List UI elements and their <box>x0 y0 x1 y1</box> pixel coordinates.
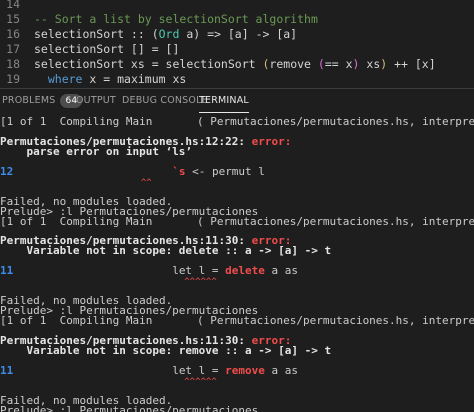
code-token: xs <box>359 57 381 71</box>
code-token: where <box>47 72 83 86</box>
code-token: ++ [x] <box>387 57 436 71</box>
terminal-text: Prelude> :l Permutaciones/permutaciones <box>0 403 259 412</box>
code-text: where x = maximum xs <box>34 72 186 87</box>
line-number: 19 <box>6 72 20 86</box>
code-text: selectionSort [] = [] <box>34 42 179 57</box>
code-token: ( <box>317 57 325 71</box>
tab-output-label: OUTPUT <box>76 95 116 106</box>
terminal-line: Prelude> :l Permutaciones/permutaciones <box>0 404 474 412</box>
code-token: a) => [a] -> [a] <box>179 27 298 41</box>
code-token: x = maximum xs <box>82 72 187 86</box>
code-token: == x <box>324 57 353 71</box>
line-number: 15 <box>6 12 20 26</box>
code-line[interactable]: 19 where x = maximum xs <box>0 72 474 87</box>
code-editor[interactable]: 14 15 -- Sort a list by selectionSort algo… <box>0 0 474 88</box>
line-number: 17 <box>6 42 20 56</box>
line-number: 18 <box>6 57 20 71</box>
terminal-output[interactable]: [1 of 1 Compiling Main( Permutaciones/pe… <box>0 113 474 412</box>
code-token: remove <box>269 57 318 71</box>
tab-problems-label: PROBLEMS <box>2 95 56 106</box>
code-line[interactable]: 15 -- Sort a list by selectionSort algori… <box>0 12 474 27</box>
panel-tab-bar: PROBLEMS 64 OUTPUT DEBUG CONSOLE TERMINAL <box>0 88 474 113</box>
tab-problems[interactable]: PROBLEMS 64 <box>2 89 83 113</box>
code-token: -- Sort a list by selectionSort algorith… <box>34 12 318 26</box>
line-number: 16 <box>6 27 20 41</box>
tab-output[interactable]: OUTPUT <box>76 89 116 113</box>
code-line[interactable]: 18 selectionSort xs = selectionSort (remo… <box>0 57 474 72</box>
code-text: selectionSort xs = selectionSort (remove… <box>34 57 436 72</box>
code-line[interactable]: 14 <box>0 0 474 12</box>
code-text: -- Sort a list by selectionSort algorith… <box>34 12 318 27</box>
code-token: selectionSort xs = selectionSort <box>34 57 263 71</box>
code-text: selectionSort :: (Ord a) => [a] -> [a] <box>34 27 297 42</box>
code-token: Ord <box>158 27 180 41</box>
code-line[interactable]: 16 selectionSort :: (Ord a) => [a] -> [a] <box>0 27 474 42</box>
tab-terminal[interactable]: TERMINAL <box>199 89 249 113</box>
code-token: selectionSort [] = [] <box>34 42 180 56</box>
line-number: 14 <box>6 0 20 11</box>
tab-debug-console-label: DEBUG CONSOLE <box>122 95 208 106</box>
tab-terminal-label: TERMINAL <box>199 95 249 106</box>
tab-debug-console[interactable]: DEBUG CONSOLE <box>122 89 208 113</box>
code-line[interactable]: 17 selectionSort [] = [] <box>0 42 474 57</box>
code-token: selectionSort :: ( <box>34 27 159 41</box>
